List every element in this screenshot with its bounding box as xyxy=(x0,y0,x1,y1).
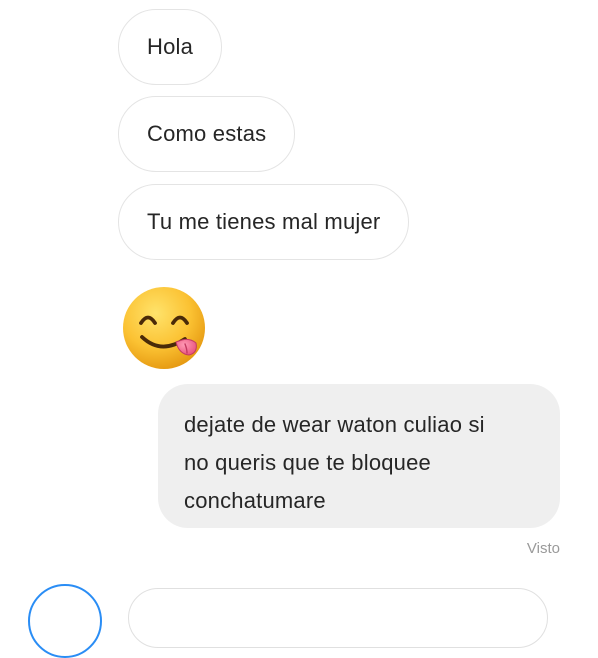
emoji-graphic xyxy=(123,287,205,369)
seen-status: Visto xyxy=(526,540,560,557)
incoming-message[interactable]: Tu me tienes mal mujer xyxy=(118,184,410,260)
message-text: Tu me tienes mal mujer xyxy=(147,209,381,234)
message-input[interactable] xyxy=(128,588,548,648)
incoming-message[interactable]: Hola xyxy=(118,9,223,85)
message-text-line: conchatumare xyxy=(184,488,326,513)
incoming-message[interactable]: Como estas xyxy=(118,96,296,172)
outgoing-message[interactable]: dejate de wear waton culiao si no queris… xyxy=(158,384,560,528)
face-savoring-food-emoji-icon[interactable] xyxy=(121,285,207,371)
camera-button[interactable] xyxy=(28,584,102,658)
chat-thread: Hola Como estas Tu me tienes mal mujer d… xyxy=(0,0,598,658)
message-text-line: no queris que te bloquee xyxy=(184,450,431,475)
message-text: Hola xyxy=(147,34,194,59)
message-text: Como estas xyxy=(147,121,267,146)
message-text-line: dejate de wear waton culiao si xyxy=(184,412,485,437)
